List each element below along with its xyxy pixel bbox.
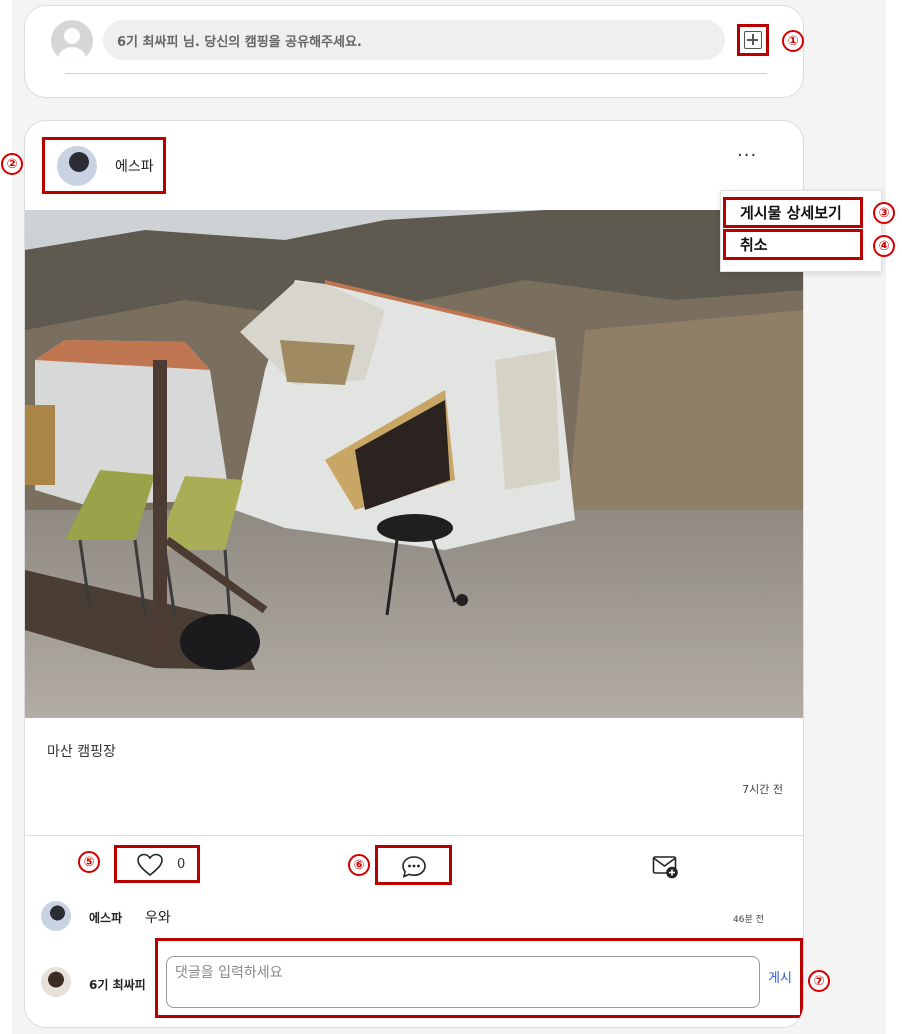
marker-6: ⑥	[348, 854, 370, 876]
post-time: 7시간 전	[742, 783, 783, 796]
marker-2: ②	[1, 153, 23, 175]
marker-3: ③	[873, 202, 895, 224]
post-author[interactable]: 에스파	[42, 137, 166, 194]
comment-time: 46분 전	[733, 915, 764, 925]
current-user-avatar	[41, 967, 71, 997]
author-name: 에스파	[115, 159, 154, 175]
marker-4: ④	[873, 235, 895, 257]
mail-plus-icon[interactable]	[652, 854, 680, 880]
comment-text: 우와	[145, 910, 171, 926]
comment-icon	[402, 856, 426, 878]
current-user-name: 6기 최싸피	[89, 978, 146, 992]
default-user-avatar	[51, 20, 93, 62]
like-count: 0	[177, 857, 186, 872]
comment-avatar	[41, 901, 71, 931]
add-post-button[interactable]	[737, 24, 769, 56]
marker-5: ⑤	[78, 851, 100, 873]
comment-form	[155, 938, 803, 1018]
marker-1: ①	[782, 30, 804, 52]
divider	[25, 835, 803, 836]
author-avatar	[57, 146, 97, 186]
user-icon	[64, 28, 80, 44]
post-photo	[25, 210, 803, 718]
camping-photo-image	[25, 210, 803, 718]
post-composer: 6기 최싸피 님. 당신의 캠핑을 공유해주세요.	[24, 5, 804, 98]
like-button[interactable]: 0	[114, 845, 200, 883]
plus-square-icon	[744, 31, 762, 49]
post-caption: 마산 캠핑장	[47, 744, 116, 760]
marker-7: ⑦	[808, 970, 830, 992]
post-options-menu: 게시물 상세보기 취소	[720, 190, 882, 272]
post-card: 에스파 ··· 마산 캠핑장 7시간 전 0 에스파 우와 46분 전 6기 최…	[24, 120, 804, 1028]
comment-input[interactable]	[166, 956, 760, 1008]
post-comment-button[interactable]: 게시	[768, 967, 792, 986]
comment-button[interactable]	[375, 845, 452, 885]
menu-item-view-detail[interactable]: 게시물 상세보기	[723, 197, 863, 228]
divider	[65, 73, 767, 74]
comment-author: 에스파	[89, 911, 123, 925]
more-icon[interactable]: ···	[737, 145, 757, 166]
menu-item-cancel[interactable]: 취소	[723, 229, 863, 260]
composer-input[interactable]: 6기 최싸피 님. 당신의 캠핑을 공유해주세요.	[103, 20, 725, 60]
heart-icon	[137, 853, 163, 877]
